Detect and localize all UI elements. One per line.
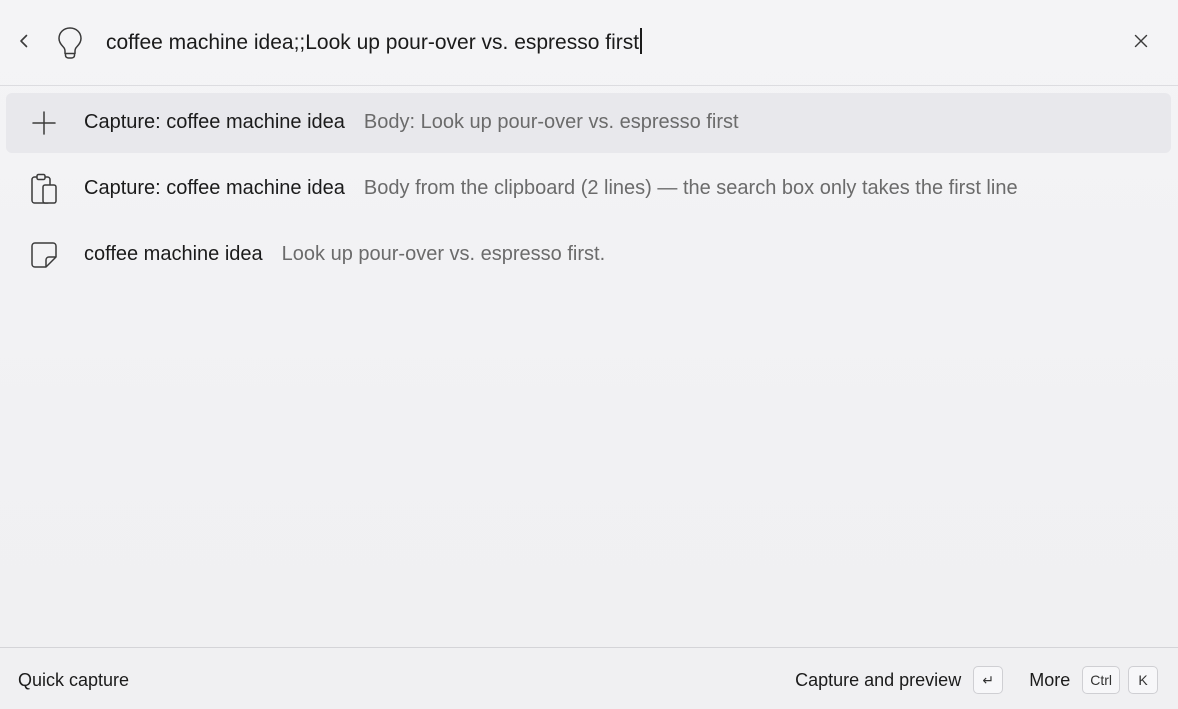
result-item-capture[interactable]: Capture: coffee machine idea Body: Look … xyxy=(6,93,1171,153)
footer-title: Quick capture xyxy=(18,670,130,690)
footer-actions: Capture and preview ↵ More Ctrl K xyxy=(795,666,1158,694)
result-subtitle: Body: Look up pour-over vs. espresso fir… xyxy=(363,111,739,133)
capture-and-preview-button[interactable]: Capture and preview xyxy=(795,670,961,691)
more-button[interactable]: More xyxy=(1029,670,1070,691)
result-title: Capture: coffee machine idea xyxy=(84,177,345,199)
search-input[interactable]: coffee machine idea;;Look up pour-over v… xyxy=(106,26,1106,60)
search-bar: coffee machine idea;;Look up pour-over v… xyxy=(0,0,1178,86)
result-line: Capture: coffee machine idea Body: Look … xyxy=(84,111,739,134)
result-item-capture-clipboard[interactable]: Capture: coffee machine idea Body from t… xyxy=(6,159,1171,219)
lightbulb-icon xyxy=(54,24,86,62)
result-subtitle: Body from the clipboard (2 lines) — the … xyxy=(363,177,1018,199)
quick-capture-window: coffee machine idea;;Look up pour-over v… xyxy=(0,0,1178,709)
search-input-text: coffee machine idea;;Look up pour-over v… xyxy=(106,31,640,54)
result-subtitle: Look up pour-over vs. espresso first. xyxy=(281,243,606,265)
clipboard-icon xyxy=(28,173,60,205)
plus-icon xyxy=(28,107,60,139)
k-key-hint: K xyxy=(1128,666,1158,694)
text-caret xyxy=(640,28,643,55)
ctrl-key-hint: Ctrl xyxy=(1082,666,1120,694)
chevron-left-icon xyxy=(16,33,32,54)
back-button[interactable] xyxy=(10,29,38,57)
result-line: Capture: coffee machine idea Body from t… xyxy=(84,177,1018,200)
results-list: Capture: coffee machine idea Body: Look … xyxy=(6,93,1171,291)
close-button[interactable] xyxy=(1127,29,1155,57)
result-item-note[interactable]: coffee machine idea Look up pour-over vs… xyxy=(6,225,1171,285)
footer-bar: Quick capture Capture and preview ↵ More… xyxy=(0,647,1178,709)
sticky-note-icon xyxy=(28,239,60,271)
result-line: coffee machine idea Look up pour-over vs… xyxy=(84,243,605,266)
result-title: coffee machine idea xyxy=(84,243,263,265)
enter-key-hint: ↵ xyxy=(973,666,1004,694)
close-icon xyxy=(1133,33,1149,54)
result-title: Capture: coffee machine idea xyxy=(84,111,345,133)
